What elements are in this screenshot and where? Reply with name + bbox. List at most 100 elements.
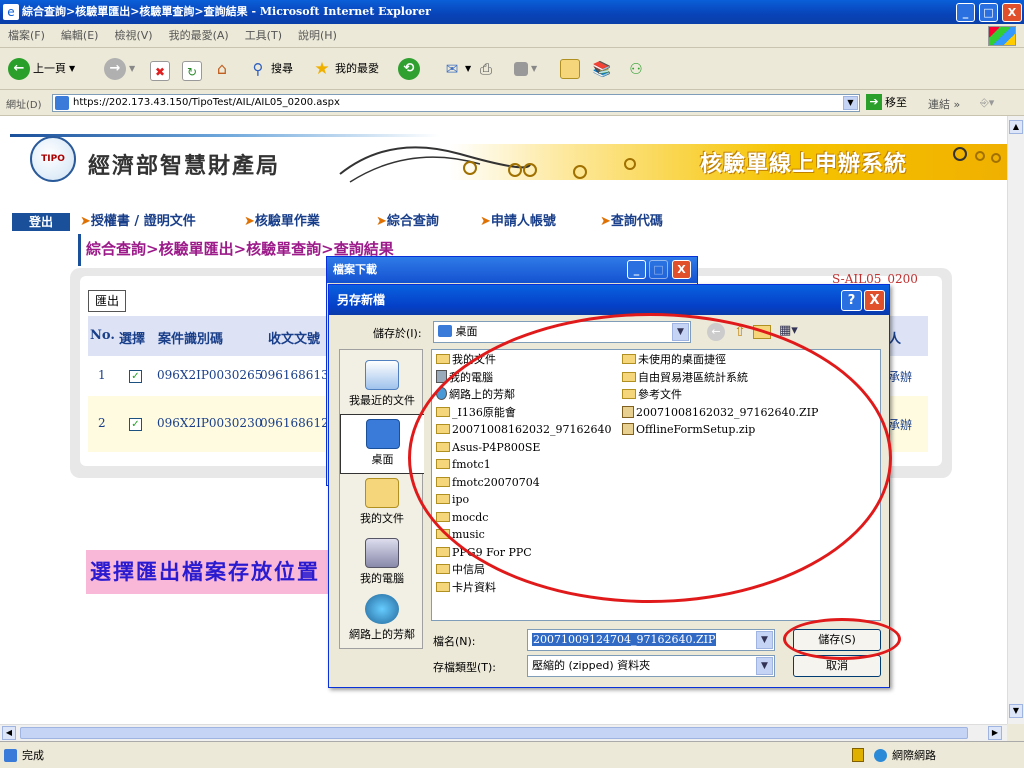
row-checkbox[interactable]: ✓ — [129, 370, 142, 383]
history-button[interactable]: ⟲ — [398, 56, 420, 82]
nav-label: 申請人帳號 — [490, 214, 556, 229]
place-my-computer[interactable]: 我的電腦 — [340, 534, 424, 594]
ie-icon: e — [3, 4, 19, 20]
menu-bar: 檔案(F) 編輯(E) 檢視(V) 我的最愛(A) 工具(T) 說明(H) — [0, 24, 1024, 48]
nav-label: 核驗單作業 — [254, 214, 320, 229]
place-label: 桌面 — [371, 453, 394, 466]
menu-view[interactable]: 檢視(V) — [106, 24, 160, 48]
nav-applicant-account[interactable]: ➤申請人帳號 — [480, 213, 556, 231]
place-network[interactable]: 網路上的芳鄰 — [340, 590, 424, 650]
filename-input[interactable]: 20071009124704_97162640.ZIP ▼ — [527, 629, 775, 651]
go-label: 移至 — [885, 96, 907, 109]
research-button[interactable]: 📚 — [592, 56, 612, 82]
list-item[interactable]: 卡片資料 — [436, 580, 496, 596]
place-recent[interactable]: 我最近的文件 — [340, 356, 424, 416]
save-dialog-close-button[interactable]: X — [864, 290, 885, 311]
row-case-id[interactable]: 096X2IP0030265 — [157, 368, 262, 382]
header-doc-no: 收文文號 — [268, 332, 321, 347]
org-name: 經濟部智慧財產局 — [88, 154, 281, 179]
scroll-right-icon[interactable]: ▶ — [988, 726, 1002, 740]
nav-query[interactable]: ➤綜合查詢 — [376, 213, 439, 231]
address-dropdown-icon[interactable]: ▼ — [843, 96, 858, 110]
row-doc-no: 0961686120 — [260, 416, 337, 430]
globe-icon — [874, 749, 887, 762]
file-name: 卡片資料 — [452, 581, 496, 594]
place-label: 我最近的文件 — [349, 394, 415, 407]
filetype-value: 壓縮的 (zipped) 資料夾 — [532, 659, 651, 672]
menu-edit[interactable]: 編輯(E) — [53, 24, 107, 48]
nav-label: 授權書 / 證明文件 — [90, 214, 196, 229]
home-button[interactable]: ⌂ — [212, 56, 232, 82]
nav-authorization[interactable]: ➤授權書 / 證明文件 — [80, 213, 196, 231]
export-button[interactable]: 匯出 — [88, 290, 126, 312]
minimize-button[interactable]: _ — [956, 3, 975, 22]
place-label: 我的文件 — [360, 512, 404, 525]
window-titlebar: 綜合查詢>核驗單匯出>核驗單查詢>查詢結果 - Microsoft Intern… — [0, 0, 1024, 24]
stop-button[interactable]: ✖ — [150, 58, 170, 84]
favorites-button[interactable]: ★ 我的最愛 — [312, 56, 379, 82]
download-close-button[interactable]: X — [672, 260, 691, 279]
search-label: 搜尋 — [271, 62, 293, 75]
logout-button[interactable]: 登出 — [12, 213, 70, 231]
discuss-button[interactable] — [560, 56, 580, 82]
edit-button[interactable]: ▼ — [514, 56, 537, 82]
scroll-thumb[interactable] — [20, 727, 968, 739]
close-button[interactable]: X — [1002, 3, 1022, 22]
search-button[interactable]: ⚲ 搜尋 — [248, 56, 294, 82]
page-icon — [55, 96, 69, 110]
scroll-up-icon[interactable]: ▲ — [1009, 120, 1023, 134]
extra-toolbar-icon[interactable]: ⎆▾ — [980, 96, 994, 110]
recent-docs-icon — [365, 360, 399, 390]
nav-label: 綜合查詢 — [386, 214, 439, 229]
maximize-button[interactable]: □ — [979, 3, 998, 22]
go-button[interactable]: ➔ 移至 — [866, 94, 907, 110]
status-text: 完成 — [22, 749, 44, 762]
links-button[interactable]: 連結 » — [928, 96, 960, 112]
folder-icon — [560, 59, 580, 79]
scroll-left-icon[interactable]: ◀ — [2, 726, 16, 740]
horizontal-scrollbar[interactable]: ◀ ▶ — [0, 724, 1007, 741]
research-icon: 📚 — [592, 60, 612, 78]
mail-button[interactable]: ✉ ▼ — [442, 56, 471, 82]
nav-verification[interactable]: ➤核驗單作業 — [244, 213, 320, 231]
download-minimize-button[interactable]: _ — [627, 260, 646, 279]
nav-label: 查詢代碼 — [610, 214, 663, 229]
row-case-id[interactable]: 096X2IP0030230 — [157, 416, 262, 430]
list-item[interactable]: 中信局 — [436, 562, 485, 578]
network-globe-icon — [365, 594, 399, 624]
messenger-button[interactable]: ⚇ — [626, 56, 646, 82]
star-icon: ★ — [314, 59, 330, 79]
filetype-select[interactable]: 壓縮的 (zipped) 資料夾 ▼ — [527, 655, 775, 677]
save-dialog-title: 另存新檔 — [329, 285, 889, 315]
highlight-circle-save — [783, 618, 901, 660]
place-label: 我的電腦 — [360, 572, 404, 585]
desktop-icon — [438, 325, 452, 337]
forward-button[interactable]: → ▼ — [104, 56, 135, 82]
nav-query-code[interactable]: ➤查詢代碼 — [600, 213, 663, 231]
folder-icon — [436, 547, 450, 557]
go-arrow-icon: ➔ — [866, 94, 882, 110]
row-checkbox[interactable]: ✓ — [129, 418, 142, 431]
vertical-scrollbar[interactable]: ▲ ▼ — [1007, 116, 1024, 724]
menu-favorites[interactable]: 我的最愛(A) — [161, 24, 237, 48]
chevron-down-icon[interactable]: ▼ — [756, 631, 773, 649]
highlight-circle-file-list — [408, 313, 892, 603]
menu-tools[interactable]: 工具(T) — [237, 24, 290, 48]
help-button[interactable]: ? — [841, 290, 862, 311]
chevron-down-icon[interactable]: ▼ — [756, 657, 773, 675]
back-button[interactable]: ← 上一頁 ▼ — [8, 56, 75, 82]
scroll-down-icon[interactable]: ▼ — [1009, 704, 1023, 718]
search-icon: ⚲ — [252, 60, 264, 78]
print-button[interactable]: ⎙ — [476, 56, 496, 82]
my-computer-icon — [365, 538, 399, 568]
zone-label: 網際網路 — [892, 749, 936, 762]
refresh-button[interactable]: ↻ — [182, 58, 202, 84]
places-bar: 我最近的文件 桌面 我的文件 我的電腦 網路上的芳鄰 — [339, 349, 424, 650]
filename-value: 20071009124704_97162640.ZIP — [532, 633, 717, 646]
row-no: 2 — [98, 416, 106, 430]
menu-file[interactable]: 檔案(F) — [0, 24, 53, 48]
menu-help[interactable]: 說明(H) — [290, 24, 345, 48]
status-bar: 完成 網際網路 — [0, 741, 1024, 768]
download-maximize-button: □ — [649, 260, 668, 279]
address-input[interactable]: https://202.173.43.150/TipoTest/AIL/AIL0… — [52, 94, 860, 112]
